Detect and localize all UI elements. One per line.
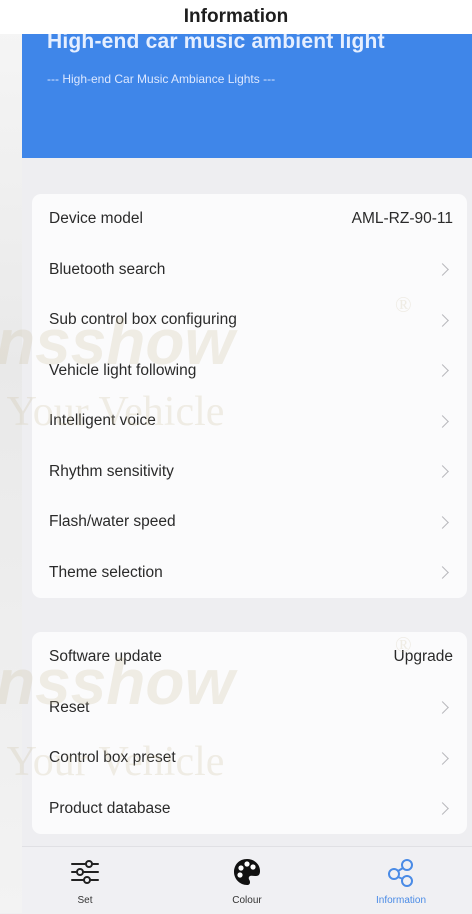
- row-bluetooth-search[interactable]: Bluetooth search: [32, 245, 467, 296]
- settings-card-system: Software update Upgrade Reset Control bo…: [32, 632, 467, 834]
- hero-headline: High-end car music ambient light: [47, 34, 385, 53]
- tab-information[interactable]: Information: [346, 853, 456, 909]
- page-title: Information: [183, 6, 289, 27]
- chevron-right-icon: [436, 701, 449, 715]
- row-rhythm-sensitivity[interactable]: Rhythm sensitivity: [32, 447, 467, 498]
- chevron-right-icon: [436, 515, 449, 529]
- row-label: Control box preset: [49, 749, 176, 767]
- hero-banner: High-end car music ambient light --- Hig…: [22, 34, 472, 158]
- chevron-right-icon: [436, 364, 449, 378]
- chevron-right-icon: [436, 313, 449, 327]
- settings-content: Device model AML-RZ-90-11 Bluetooth sear…: [22, 158, 472, 846]
- row-label: Bluetooth search: [49, 260, 166, 278]
- row-device-model: Device model AML-RZ-90-11: [32, 194, 467, 245]
- tab-set[interactable]: Set: [30, 853, 140, 909]
- upgrade-button[interactable]: Upgrade: [394, 648, 453, 666]
- tab-colour[interactable]: Colour: [192, 853, 302, 909]
- tab-label: Set: [77, 895, 93, 906]
- row-label: Flash/water speed: [49, 513, 176, 531]
- tab-label: Colour: [232, 895, 262, 906]
- row-label: Product database: [49, 799, 171, 817]
- hero-subtitle: --- High-end Car Music Ambiance Lights -…: [47, 72, 276, 86]
- row-product-database[interactable]: Product database: [32, 784, 467, 835]
- chevron-right-icon: [436, 802, 449, 816]
- row-label: Rhythm sensitivity: [49, 462, 174, 480]
- row-label: Intelligent voice: [49, 412, 156, 430]
- row-label: Device model: [49, 210, 143, 228]
- row-label: Sub control box configuring: [49, 311, 237, 329]
- row-intelligent-voice[interactable]: Intelligent voice: [32, 396, 467, 447]
- navigation-bar: Information: [0, 0, 472, 34]
- chevron-right-icon: [436, 263, 449, 277]
- background-strip: [0, 0, 22, 913]
- row-reset[interactable]: Reset: [32, 683, 467, 734]
- settings-card-device: Device model AML-RZ-90-11 Bluetooth sear…: [32, 194, 467, 598]
- row-label: Theme selection: [49, 563, 163, 581]
- row-software-update[interactable]: Software update Upgrade: [32, 632, 467, 683]
- chevron-right-icon: [436, 414, 449, 428]
- palette-icon: [234, 859, 260, 885]
- chevron-right-icon: [436, 566, 449, 580]
- row-vehicle-light-following[interactable]: Vehicle light following: [32, 346, 467, 397]
- row-flash-water-speed[interactable]: Flash/water speed: [32, 497, 467, 548]
- row-label: Reset: [49, 698, 90, 716]
- device-model-value: AML-RZ-90-11: [351, 210, 453, 228]
- sliders-icon: [71, 860, 99, 884]
- tab-label: Information: [375, 895, 427, 906]
- row-theme-selection[interactable]: Theme selection: [32, 548, 467, 599]
- row-label: Software update: [49, 648, 162, 666]
- row-control-box-preset[interactable]: Control box preset: [32, 733, 467, 784]
- chevron-right-icon: [436, 751, 449, 765]
- share-nodes-icon: [388, 859, 413, 887]
- row-label: Vehicle light following: [49, 361, 197, 379]
- row-sub-control-box[interactable]: Sub control box configuring: [32, 295, 467, 346]
- tab-bar: Set Colour Information: [22, 846, 472, 914]
- chevron-right-icon: [436, 465, 449, 479]
